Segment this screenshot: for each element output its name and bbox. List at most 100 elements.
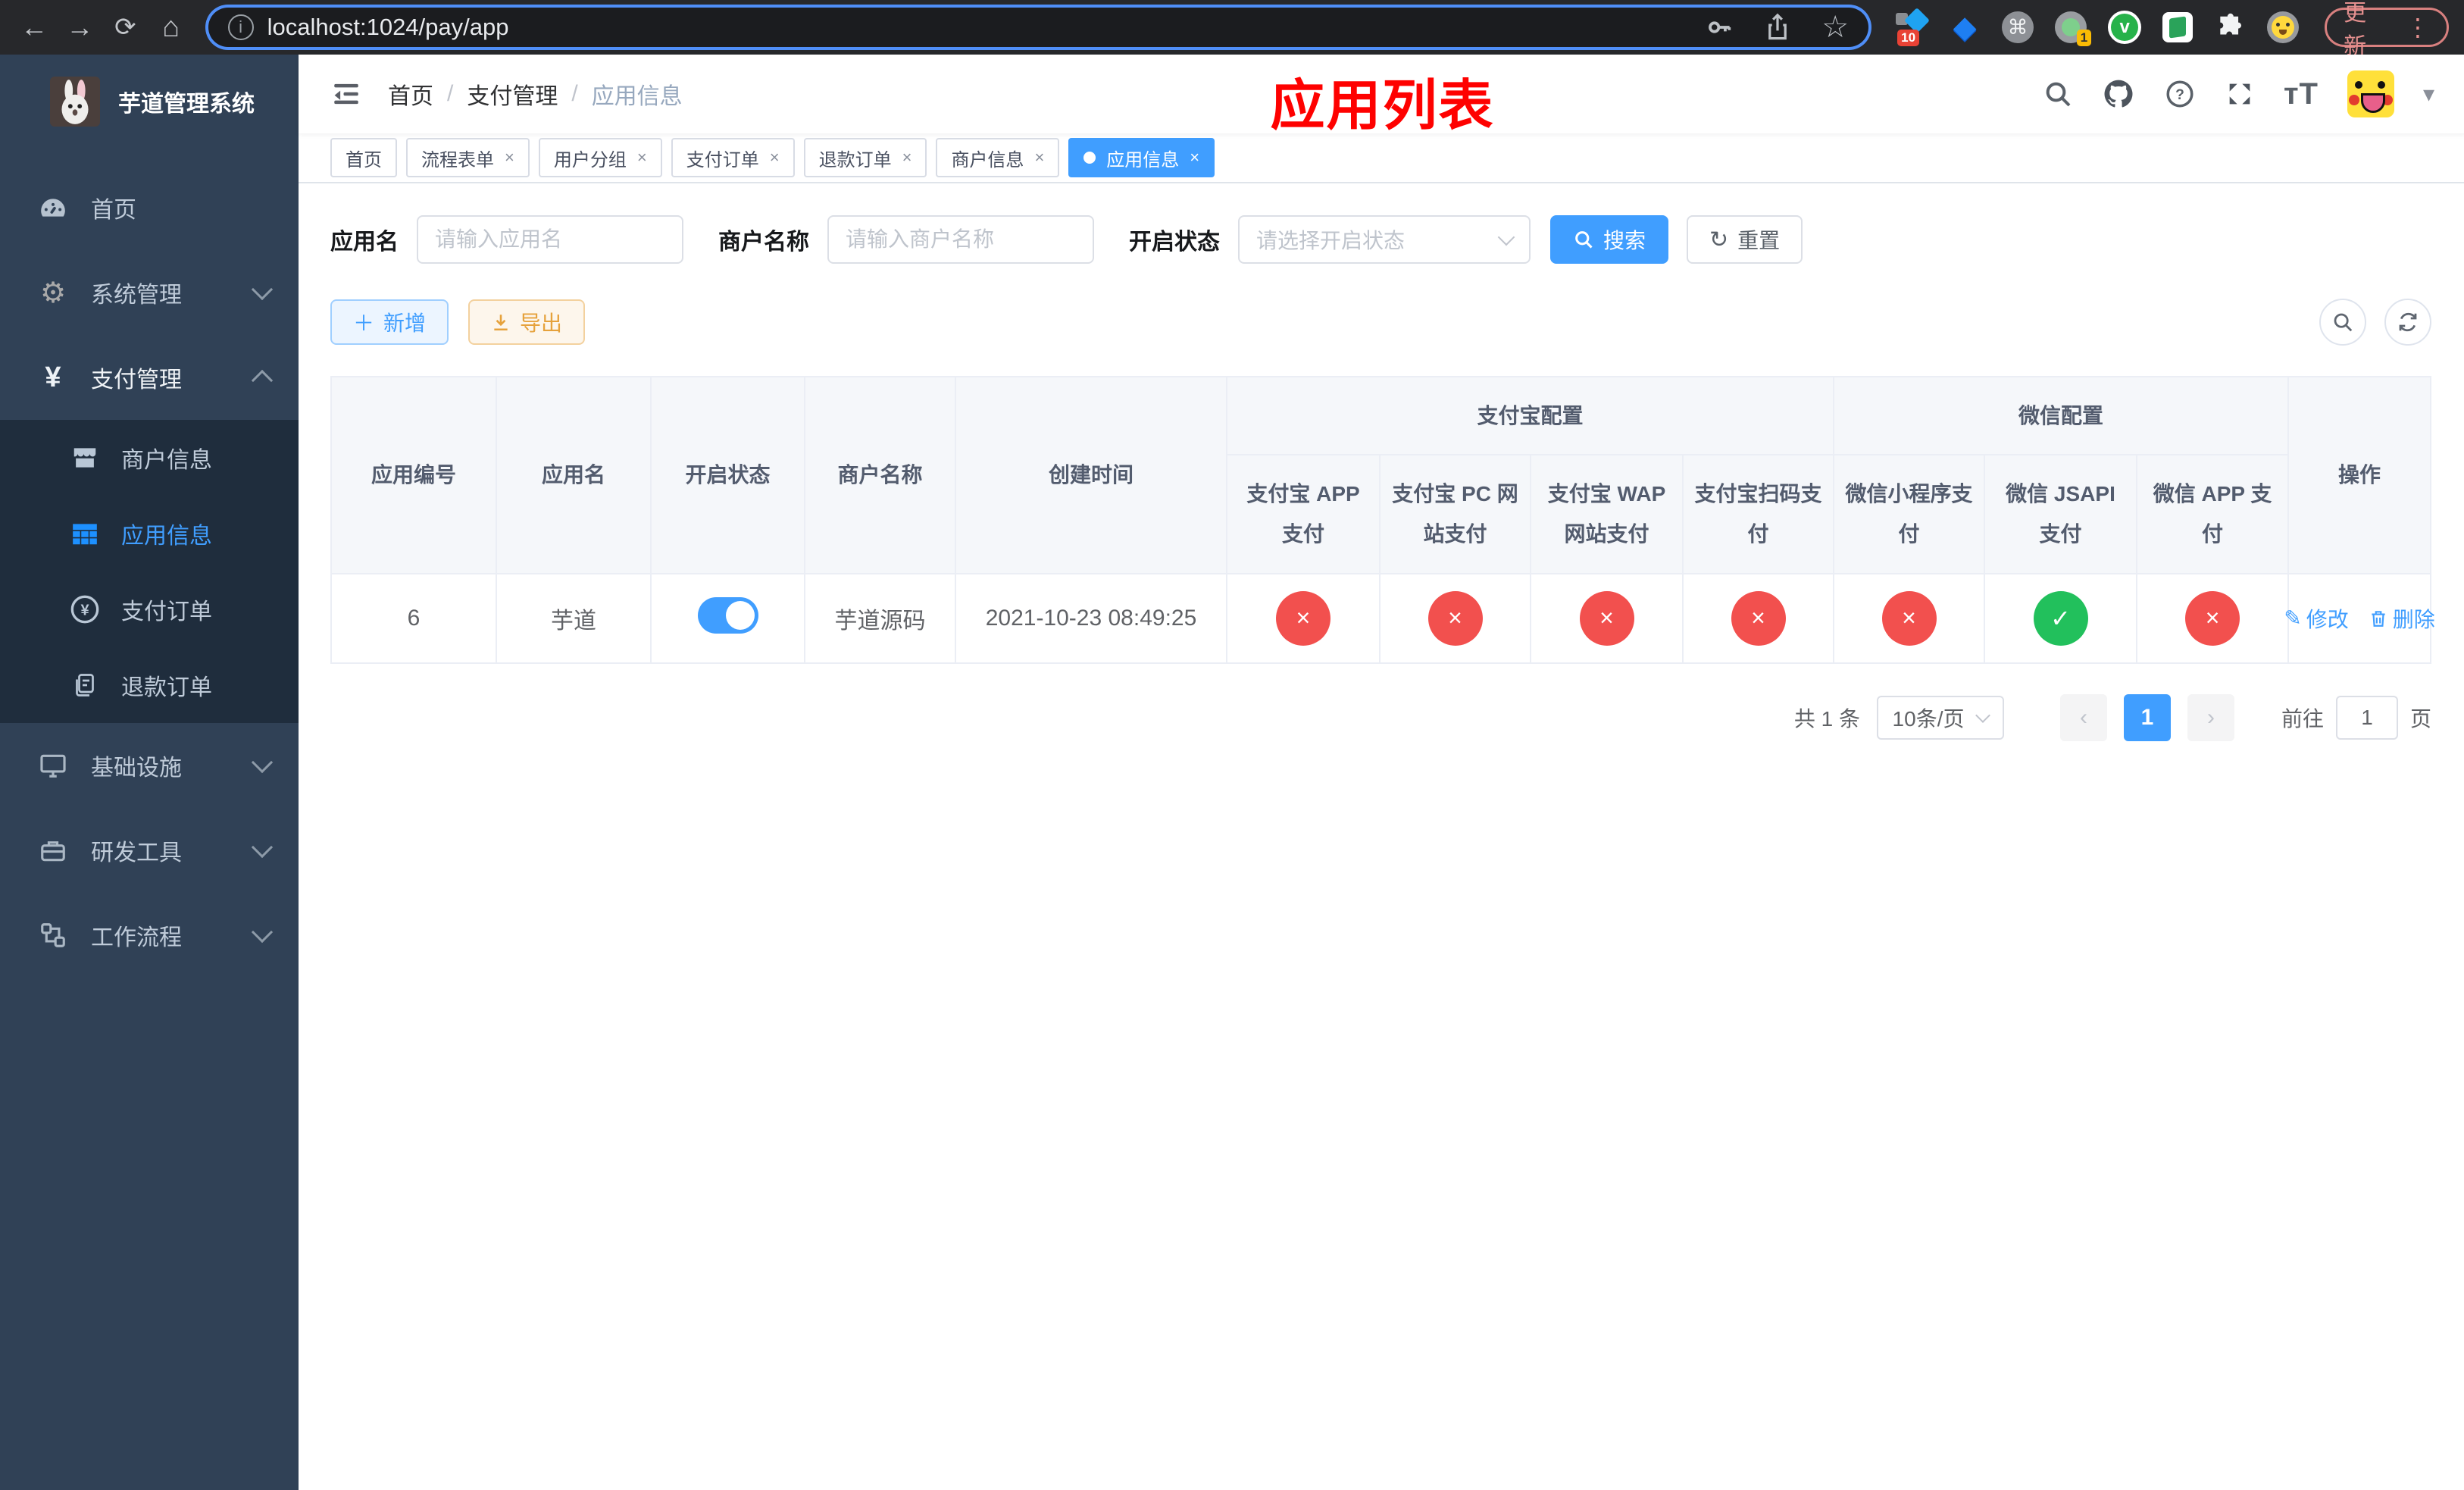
app-name-input[interactable] bbox=[417, 215, 683, 264]
breadcrumb: 首页 / 支付管理 / 应用信息 bbox=[388, 77, 683, 111]
table-group-header-row: 应用编号 应用名 开启状态 商户名称 创建时间 支付宝配置 微信配置 操作 bbox=[330, 375, 2432, 574]
group-alipay-config: 支付宝配置 bbox=[1225, 375, 1835, 456]
extension-pin-icon[interactable]: 10 bbox=[1896, 8, 1931, 46]
status-toggle[interactable] bbox=[697, 596, 758, 634]
avatar-caret-icon[interactable] bbox=[2423, 81, 2434, 108]
gear-icon bbox=[36, 276, 70, 310]
sidebar-item-system[interactable]: 系统管理 bbox=[0, 250, 299, 335]
breadcrumb-home[interactable]: 首页 bbox=[388, 77, 433, 111]
col-wx-app: 微信 APP 支付 bbox=[2136, 454, 2290, 574]
export-button[interactable]: 导出 bbox=[468, 299, 586, 345]
sidebar-collapse-icon[interactable] bbox=[330, 78, 362, 110]
prev-page-button[interactable]: ‹ bbox=[2060, 693, 2108, 741]
close-icon[interactable]: × bbox=[1190, 148, 1199, 167]
extension-command-icon[interactable] bbox=[2002, 11, 2034, 43]
status-label: 开启状态 bbox=[1129, 230, 1220, 255]
sidebar-item-refund-orders[interactable]: 退款订单 bbox=[0, 647, 299, 723]
sidebar-item-devtools[interactable]: 研发工具 bbox=[0, 808, 299, 893]
monitor-icon bbox=[36, 751, 70, 780]
browser-forward-button[interactable] bbox=[61, 8, 98, 47]
extension-green-v-icon[interactable]: v bbox=[2108, 11, 2142, 44]
pencil-icon bbox=[2284, 606, 2301, 631]
password-key-icon[interactable] bbox=[1705, 13, 1734, 42]
edit-link[interactable]: 修改 bbox=[2284, 603, 2349, 634]
config-status-icon: ✓ bbox=[2033, 590, 2088, 646]
browser-reload-button[interactable] bbox=[106, 8, 144, 47]
bookmark-star-icon[interactable] bbox=[1821, 10, 1849, 45]
extension-emoji-icon[interactable] bbox=[2267, 11, 2300, 43]
extensions-row: 10 1 v bbox=[1896, 8, 2300, 46]
sidebar-item-payment[interactable]: 支付管理 bbox=[0, 335, 299, 420]
delete-link[interactable]: 删除 bbox=[2369, 603, 2435, 634]
add-button[interactable]: ＋ 新增 bbox=[330, 299, 449, 345]
table-toolbar: ＋ 新增 导出 bbox=[330, 299, 2432, 346]
close-icon[interactable]: × bbox=[637, 148, 647, 167]
sidebar-item-label: 基础设施 bbox=[91, 756, 182, 781]
refresh-table-button[interactable] bbox=[2384, 299, 2432, 346]
extension-gem-icon[interactable] bbox=[1949, 11, 1981, 43]
sidebar-item-workflow[interactable]: 工作流程 bbox=[0, 893, 299, 978]
close-icon[interactable]: × bbox=[505, 148, 514, 167]
col-alipay-app: 支付宝 APP 支付 bbox=[1226, 454, 1381, 574]
fullscreen-icon[interactable] bbox=[2225, 79, 2255, 109]
search-icon[interactable] bbox=[2043, 79, 2073, 109]
reset-button[interactable]: 重置 bbox=[1687, 215, 1803, 264]
tag-app-info[interactable]: 应用信息 × bbox=[1068, 138, 1215, 177]
tag-home[interactable]: 首页 bbox=[330, 138, 397, 177]
tag-user-group[interactable]: 用户分组 × bbox=[538, 138, 662, 177]
yen-icon bbox=[36, 362, 70, 394]
sidebar: 芋道管理系统 首页 系统管理 bbox=[0, 55, 299, 1490]
next-page-button[interactable]: › bbox=[2187, 693, 2235, 741]
url-text[interactable]: localhost:1024/pay/app bbox=[267, 14, 509, 41]
close-icon[interactable]: × bbox=[770, 148, 780, 167]
tag-refund-orders[interactable]: 退款订单 × bbox=[803, 138, 927, 177]
sidebar-item-label: 研发工具 bbox=[91, 840, 182, 866]
workflow-icon bbox=[36, 921, 70, 950]
user-avatar[interactable] bbox=[2347, 70, 2394, 117]
status-select[interactable]: 请选择开启状态 bbox=[1238, 215, 1531, 264]
goto-page-input[interactable] bbox=[2336, 695, 2399, 740]
browser-update-button[interactable]: 更新 bbox=[2325, 1, 2449, 59]
update-label: 更新 bbox=[2344, 1, 2367, 59]
app-name-label: 应用名 bbox=[330, 230, 399, 255]
col-alipay-wap: 支付宝 WAP 网站支付 bbox=[1530, 454, 1684, 574]
help-icon[interactable]: ? bbox=[2164, 78, 2196, 110]
address-bar[interactable]: localhost:1024/pay/app bbox=[208, 8, 1869, 47]
extension-notes-icon[interactable] bbox=[2162, 12, 2194, 42]
search-button[interactable]: 搜索 bbox=[1550, 215, 1669, 264]
sidebar-item-app-info[interactable]: 应用信息 bbox=[0, 496, 299, 571]
merchant-name-input[interactable] bbox=[827, 215, 1094, 264]
tag-pay-orders[interactable]: 支付订单 × bbox=[671, 138, 795, 177]
font-size-icon[interactable] bbox=[2284, 77, 2319, 111]
breadcrumb-section[interactable]: 支付管理 bbox=[467, 77, 558, 111]
close-icon[interactable]: × bbox=[902, 148, 912, 167]
col-wx-mini: 微信小程序支付 bbox=[1833, 454, 1986, 574]
cell-merchant: 芋道源码 bbox=[804, 572, 956, 664]
extensions-puzzle-icon[interactable] bbox=[2214, 11, 2246, 43]
browser-menu-icon[interactable] bbox=[2406, 13, 2430, 42]
chevron-down-icon bbox=[1497, 228, 1515, 246]
col-wx-jsapi: 微信 JSAPI 支付 bbox=[1984, 454, 2138, 574]
share-icon[interactable] bbox=[1764, 13, 1791, 42]
chevron-down-icon bbox=[251, 278, 274, 301]
extension-badge: 10 bbox=[1897, 29, 1920, 46]
page-size-select[interactable]: 10条/页 bbox=[1877, 695, 2005, 740]
extension-proxy-icon[interactable]: 1 bbox=[2055, 11, 2092, 46]
page-number-1[interactable]: 1 bbox=[2124, 693, 2172, 741]
tag-merchant-info[interactable]: 商户信息 × bbox=[936, 138, 1060, 177]
app-logo[interactable]: 芋道管理系统 bbox=[0, 55, 299, 135]
site-info-icon[interactable] bbox=[227, 14, 254, 40]
show-search-button[interactable] bbox=[2319, 299, 2367, 346]
plus-icon: ＋ bbox=[353, 311, 375, 335]
sidebar-item-merchant-info[interactable]: 商户信息 bbox=[0, 420, 299, 496]
github-icon[interactable] bbox=[2102, 77, 2135, 111]
sidebar-item-home[interactable]: 首页 bbox=[0, 165, 299, 250]
cell-app-name: 芋道 bbox=[496, 572, 652, 664]
browser-home-button[interactable] bbox=[152, 8, 189, 47]
sidebar-item-infra[interactable]: 基础设施 bbox=[0, 723, 299, 808]
tag-process-form[interactable]: 流程表单 × bbox=[406, 138, 530, 177]
sidebar-item-pay-orders[interactable]: ¥ 支付订单 bbox=[0, 571, 299, 647]
close-icon[interactable]: × bbox=[1034, 148, 1044, 167]
svg-text:¥: ¥ bbox=[80, 603, 89, 619]
browser-back-button[interactable] bbox=[15, 8, 53, 47]
